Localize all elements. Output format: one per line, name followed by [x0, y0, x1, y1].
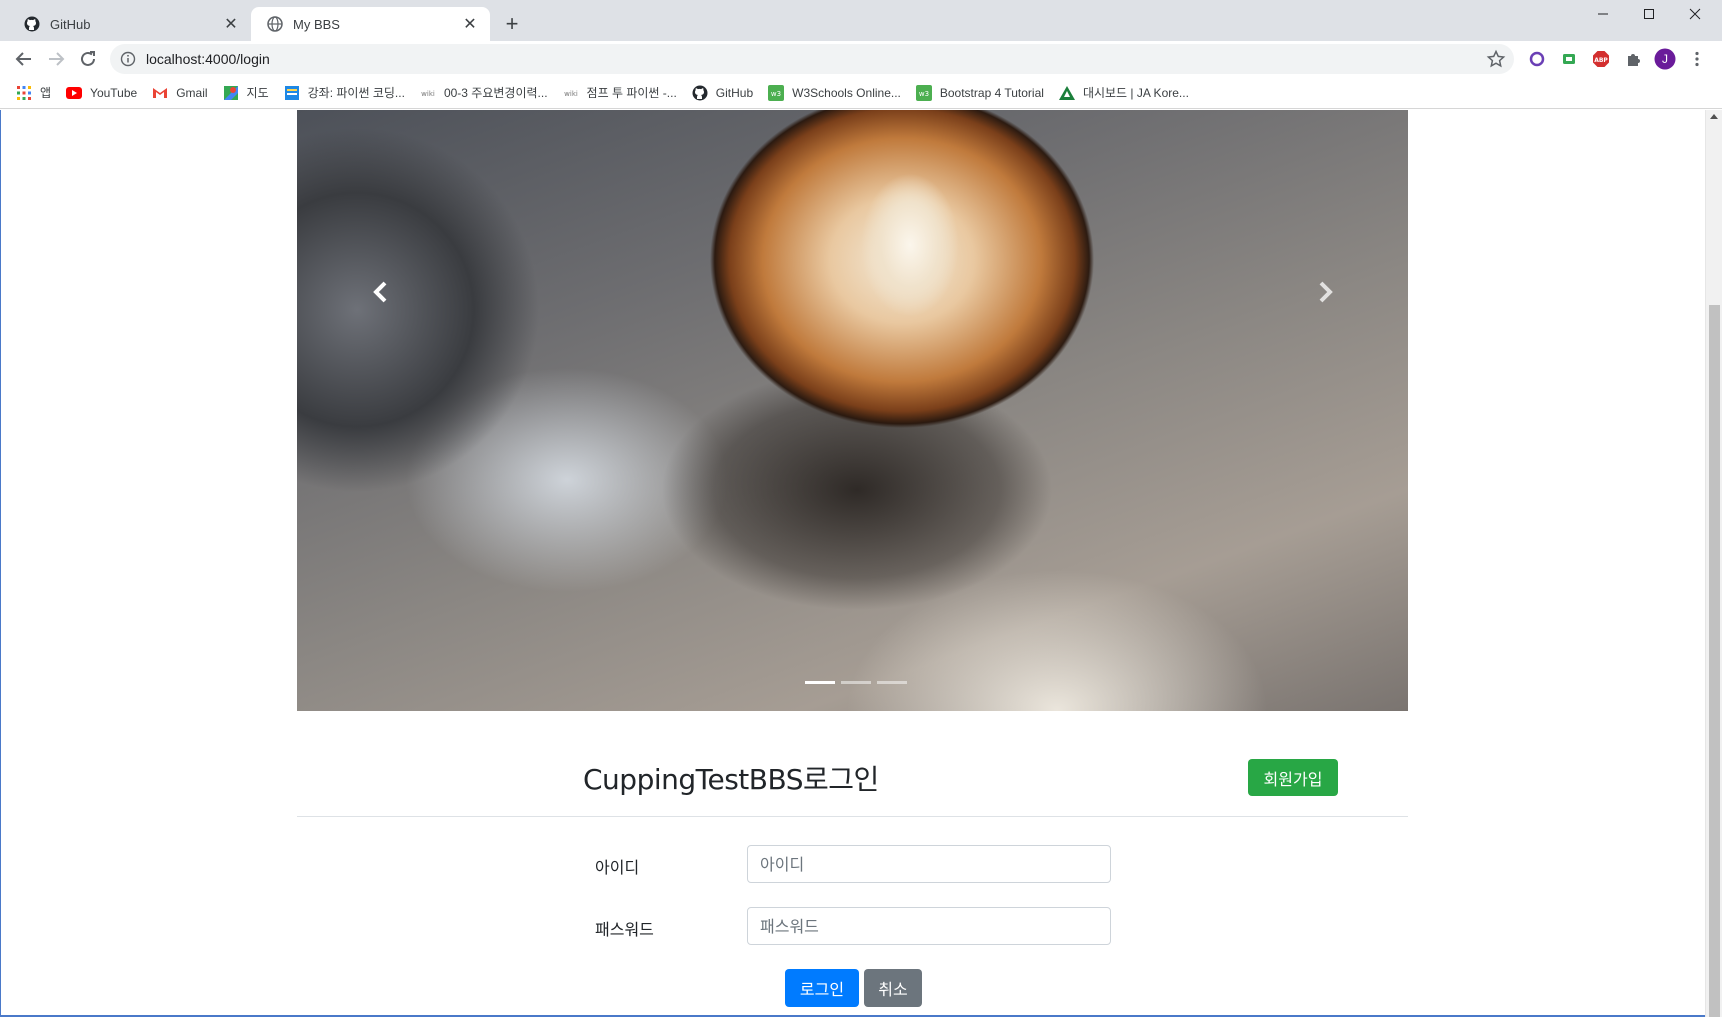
- wiki-icon: wiki: [563, 85, 579, 101]
- close-icon[interactable]: ✕: [460, 14, 480, 34]
- profile-initial: J: [1662, 52, 1668, 66]
- reload-icon[interactable]: [74, 45, 102, 73]
- adblock-plus-icon[interactable]: ABP: [1590, 48, 1612, 70]
- browser-toolbar: localhost:4000/login ABP J: [0, 41, 1722, 77]
- bookmark-label: 지도: [246, 86, 269, 100]
- new-tab-button[interactable]: +: [500, 11, 524, 36]
- image-carousel: [297, 110, 1408, 711]
- page-title: CuppingTestBBS로그인: [583, 763, 879, 796]
- bookmark-label: GitHub: [715, 85, 754, 100]
- maximize-icon[interactable]: [1626, 0, 1672, 28]
- w3schools-icon: w3: [915, 84, 932, 101]
- bookmark-youtube[interactable]: YouTube: [66, 85, 137, 101]
- ja-triangle-icon: [1058, 85, 1075, 101]
- bookmark-label: 앱: [40, 86, 52, 100]
- page-viewport: CuppingTestBBS로그인 회원가입 아이디 패스워드 로그인 취소: [0, 110, 1705, 1017]
- address-bar[interactable]: localhost:4000/login: [110, 44, 1514, 74]
- bookmark-apps[interactable]: 앱: [16, 84, 51, 101]
- profile-avatar[interactable]: J: [1654, 48, 1676, 70]
- bookmark-label: 강좌: 파이썬 코딩...: [307, 86, 405, 100]
- latte-art-photo: [845, 150, 975, 340]
- carousel-prev-icon[interactable]: [361, 272, 401, 312]
- youtube-icon: [66, 85, 83, 101]
- maps-icon: [223, 85, 239, 101]
- apps-grid-icon: [16, 85, 32, 101]
- carousel-indicator-2[interactable]: [841, 681, 871, 684]
- tab-my-bbs[interactable]: My BBS ✕: [251, 7, 490, 41]
- browser-window: GitHub ✕ My BBS ✕ + localhost:4000/login…: [0, 0, 1722, 1017]
- window-close-icon[interactable]: [1672, 0, 1718, 28]
- extension-purple-icon[interactable]: [1526, 48, 1548, 70]
- bookmark-wiki-2[interactable]: wiki 점프 투 파이썬 -...: [563, 84, 677, 101]
- bookmark-label: 대시보드 | JA Kore...: [1082, 86, 1189, 100]
- carousel-indicator-3[interactable]: [877, 681, 907, 684]
- cancel-button[interactable]: 취소: [864, 969, 922, 1007]
- bookmark-label: YouTube: [90, 85, 138, 100]
- signup-button[interactable]: 회원가입: [1248, 759, 1338, 796]
- password-input[interactable]: [747, 907, 1111, 945]
- bookmark-course[interactable]: 강좌: 파이썬 코딩...: [284, 84, 405, 101]
- bookmark-label: W3Schools Online...: [792, 85, 901, 100]
- tab-title: My BBS: [293, 16, 340, 32]
- svg-text:wiki: wiki: [421, 90, 435, 98]
- svg-text:w3: w3: [919, 90, 929, 98]
- password-label: 패스워드: [595, 920, 654, 939]
- id-input[interactable]: [747, 845, 1111, 883]
- scroll-up-icon[interactable]: [1710, 114, 1718, 119]
- svg-text:wiki: wiki: [564, 90, 578, 98]
- bookmark-gmail[interactable]: Gmail: [152, 85, 208, 101]
- tab-title: GitHub: [50, 16, 91, 32]
- extensions-puzzle-icon[interactable]: [1622, 48, 1644, 70]
- svg-text:ABP: ABP: [1594, 57, 1608, 64]
- bookmark-bootstrap[interactable]: w3 Bootstrap 4 Tutorial: [915, 84, 1044, 101]
- tab-github[interactable]: GitHub ✕: [8, 7, 251, 41]
- carousel-indicators: [802, 681, 910, 684]
- w3schools-icon: w3: [768, 84, 785, 101]
- bookmark-label: Gmail: [176, 85, 208, 100]
- info-icon[interactable]: [120, 51, 136, 67]
- page-scrollbar[interactable]: [1705, 110, 1722, 1017]
- url-text: localhost:4000/login: [146, 51, 270, 67]
- github-icon: [692, 85, 708, 101]
- forward-arrow-icon[interactable]: [42, 45, 70, 73]
- course-icon: [284, 85, 300, 101]
- bookmark-label: 00-3 주요변경이력...: [443, 86, 548, 100]
- wiki-icon: wiki: [420, 85, 436, 101]
- more-menu-icon[interactable]: [1686, 48, 1708, 70]
- id-label: 아이디: [595, 858, 640, 877]
- bookmark-dashboard[interactable]: 대시보드 | JA Kore...: [1058, 84, 1189, 101]
- carousel-indicator-1[interactable]: [805, 681, 835, 684]
- bookmark-w3schools[interactable]: w3 W3Schools Online...: [768, 84, 901, 101]
- extension-green-icon[interactable]: [1558, 48, 1580, 70]
- scrollbar-thumb[interactable]: [1709, 305, 1720, 1017]
- svg-text:w3: w3: [771, 90, 781, 98]
- carousel-next-icon[interactable]: [1305, 272, 1345, 312]
- bookmark-github[interactable]: GitHub: [692, 85, 753, 101]
- github-icon: [24, 16, 40, 32]
- back-arrow-icon[interactable]: [10, 45, 38, 73]
- globe-icon: [267, 16, 283, 32]
- close-icon[interactable]: ✕: [221, 14, 241, 34]
- minimize-icon[interactable]: [1580, 0, 1626, 28]
- bookmarks-bar: 앱 YouTube Gmail 지도 강좌: 파이썬 코딩... wiki 00…: [0, 77, 1722, 109]
- bookmark-label: Bootstrap 4 Tutorial: [939, 85, 1044, 100]
- tab-strip: GitHub ✕ My BBS ✕ +: [0, 0, 1722, 41]
- divider: [297, 816, 1408, 817]
- gmail-icon: [152, 85, 168, 101]
- bookmark-label: 점프 투 파이썬 -...: [586, 86, 677, 100]
- bookmark-star-icon[interactable]: [1486, 49, 1506, 69]
- bookmark-maps[interactable]: 지도: [223, 84, 269, 101]
- login-button[interactable]: 로그인: [785, 969, 859, 1007]
- bookmark-wiki-1[interactable]: wiki 00-3 주요변경이력...: [420, 84, 548, 101]
